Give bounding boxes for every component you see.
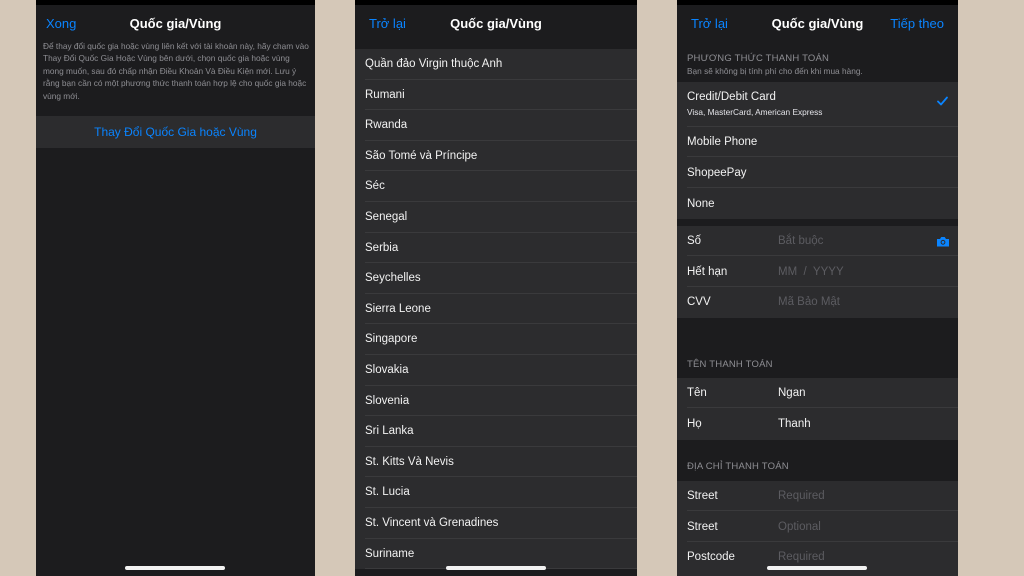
home-indicator (767, 566, 867, 570)
country-list-item[interactable]: Slovenia (355, 386, 637, 417)
street-label-1: Street (687, 490, 718, 502)
country-list-item[interactable]: Senegal (355, 202, 637, 233)
country-list-item[interactable]: Sri Lanka (355, 416, 637, 447)
country-list-item[interactable]: St. Vincent và Grenadines (355, 508, 637, 539)
cvv-field[interactable]: CVV Mã Bảo Mật (677, 287, 958, 317)
card-details-group: Số Bắt buộc Hết hạn MM / YYYY CVV Mã Bảo… (677, 226, 958, 318)
street-label-2: Street (687, 521, 718, 533)
expiry-placeholder: MM / YYYY (778, 266, 844, 278)
camera-icon[interactable] (936, 236, 950, 247)
country-list-item[interactable]: Quần đảo Virgin thuộc Anh (355, 49, 637, 80)
street-field-1[interactable]: Street Required (677, 481, 958, 511)
country-region-screen: Xong Quốc gia/Vùng Để thay đổi quốc gia … (36, 0, 315, 576)
billing-name-header: TÊN THANH TOÁN (687, 359, 773, 370)
expiry-field[interactable]: Hết hạn MM / YYYY (677, 257, 958, 287)
nav-bar: Xong Quốc gia/Vùng (36, 5, 315, 45)
payment-method-group: Credit/Debit Card Visa, MasterCard, Amer… (677, 82, 958, 219)
payment-option-card[interactable]: Credit/Debit Card Visa, MasterCard, Amer… (677, 82, 958, 127)
country-list-item[interactable]: Séc (355, 171, 637, 202)
country-list-item[interactable]: Sierra Leone (355, 294, 637, 325)
country-list-screen: Trở lại Quốc gia/Vùng Quần đảo Virgin th… (355, 0, 637, 576)
billing-address-header: ĐỊA CHỈ THANH TOÁN (687, 461, 789, 472)
street-placeholder-2: Optional (778, 521, 821, 533)
payment-option-mobile-phone[interactable]: Mobile Phone (677, 127, 958, 157)
checkmark-icon (937, 96, 948, 106)
card-number-placeholder: Bắt buộc (778, 235, 824, 247)
page-title: Quốc gia/Vùng (129, 16, 222, 31)
payment-screen: Trở lại Quốc gia/Vùng Tiếp theo PHƯƠNG T… (677, 0, 958, 576)
country-list: Quần đảo Virgin thuộc Anh Rumani Rwanda São… (355, 49, 637, 570)
first-name-value: Ngan (778, 387, 806, 399)
street-placeholder-1: Required (778, 490, 825, 502)
payment-method-note: Bạn sẽ không bị tính phí cho đến khi mua… (687, 66, 863, 76)
country-list-item[interactable]: Serbia (355, 233, 637, 264)
first-name-field[interactable]: Tên Ngan (677, 378, 958, 408)
payment-option-none[interactable]: None (677, 189, 958, 219)
country-list-item[interactable]: Slovakia (355, 355, 637, 386)
first-name-label: Tên (687, 387, 707, 399)
country-list-item[interactable]: Singapore (355, 324, 637, 355)
card-option-brands: Visa, MasterCard, American Express (687, 107, 823, 117)
last-name-label: Họ (687, 418, 702, 430)
nav-bar: Trở lại Quốc gia/Vùng Tiếp theo (677, 5, 958, 45)
page-title: Quốc gia/Vùng (450, 16, 542, 31)
last-name-field[interactable]: Họ Thanh (677, 409, 958, 439)
billing-name-group: Tên Ngan Họ Thanh (677, 378, 958, 440)
cvv-placeholder: Mã Bảo Mật (778, 296, 840, 308)
country-list-item[interactable]: St. Lucia (355, 477, 637, 508)
payment-option-shopeepay[interactable]: ShopeePay (677, 158, 958, 188)
shopeepay-label: ShopeePay (687, 167, 747, 179)
country-list-item[interactable]: Rumani (355, 80, 637, 111)
change-country-region-button[interactable]: Thay Đổi Quốc Gia hoặc Vùng (36, 116, 315, 148)
street-field-2[interactable]: Street Optional (677, 512, 958, 542)
country-list-item[interactable]: Seychelles (355, 263, 637, 294)
next-button[interactable]: Tiếp theo (890, 16, 944, 31)
mobile-phone-label: Mobile Phone (687, 136, 758, 148)
change-region-description: Để thay đổi quốc gia hoặc vùng liên kết … (43, 41, 309, 101)
last-name-value: Thanh (778, 418, 811, 430)
postcode-label: Postcode (687, 551, 735, 563)
country-list-item[interactable]: Rwanda (355, 110, 637, 141)
card-number-label: Số (687, 235, 702, 247)
cvv-label: CVV (687, 296, 711, 308)
billing-address-group: Street Required Street Optional Postcode… (677, 481, 958, 576)
nav-bar: Trở lại Quốc gia/Vùng (355, 5, 637, 45)
expiry-label: Hết hạn (687, 266, 728, 278)
payment-method-header: PHƯƠNG THỨC THANH TOÁN (687, 53, 830, 64)
home-indicator (446, 566, 546, 570)
country-list-item[interactable]: Suriname (355, 539, 637, 570)
country-list-item[interactable]: São Tomé và Príncipe (355, 141, 637, 172)
home-indicator (125, 566, 225, 570)
country-list-item[interactable]: St. Kitts Và Nevis (355, 447, 637, 478)
card-number-field[interactable]: Số Bắt buộc (677, 226, 958, 256)
card-option-label: Credit/Debit Card (687, 91, 776, 103)
none-label: None (687, 198, 715, 210)
postcode-placeholder: Required (778, 551, 825, 563)
